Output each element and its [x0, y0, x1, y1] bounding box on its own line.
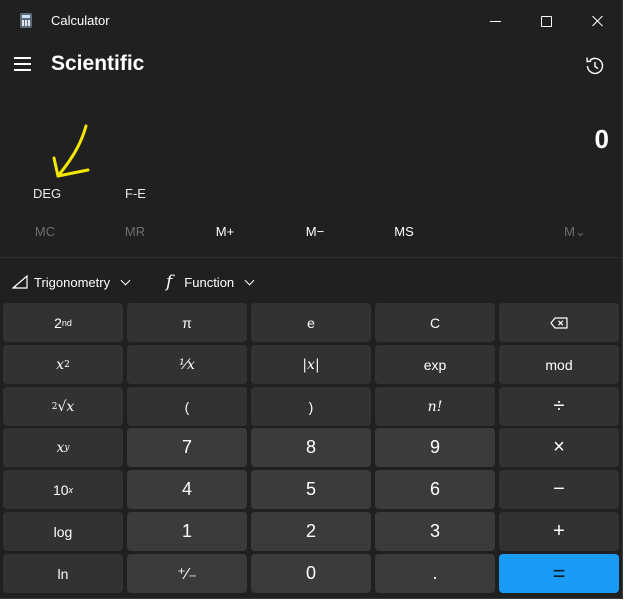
- navigation-menu-button[interactable]: [14, 57, 32, 71]
- chevron-down-icon: [120, 275, 131, 285]
- digit-7-key[interactable]: 7: [127, 428, 247, 467]
- subtract-key[interactable]: −: [499, 470, 619, 509]
- digit-9-key[interactable]: 9: [375, 428, 495, 467]
- memory-list-button[interactable]: M⌄: [540, 224, 610, 240]
- ten-power-key[interactable]: 10 x: [3, 470, 123, 509]
- triangle-icon: [12, 275, 28, 289]
- digit-4-key[interactable]: 4: [127, 470, 247, 509]
- digit-0-key[interactable]: 0: [251, 554, 371, 593]
- history-icon: [586, 57, 604, 75]
- decimal-key[interactable]: .: [375, 554, 495, 593]
- digit-1-key[interactable]: 1: [127, 512, 247, 551]
- digit-6-key[interactable]: 6: [375, 470, 495, 509]
- second-function-key[interactable]: 2nd: [3, 303, 123, 342]
- divide-key[interactable]: ÷: [499, 387, 619, 426]
- divider: [0, 257, 622, 258]
- multiply-key[interactable]: ×: [499, 428, 619, 467]
- function-dropdown[interactable]: f Function: [166, 271, 255, 293]
- memory-clear-button[interactable]: MC: [10, 224, 80, 239]
- memory-add-button[interactable]: M+: [190, 224, 260, 239]
- function-label: Function: [184, 274, 235, 290]
- backspace-key[interactable]: [499, 303, 619, 342]
- negate-key[interactable]: ⁺⁄₋: [127, 554, 247, 593]
- clear-key[interactable]: C: [375, 303, 495, 342]
- digit-2-key[interactable]: 2: [251, 512, 371, 551]
- trigonometry-label: Trigonometry: [34, 274, 111, 290]
- close-icon: [592, 15, 604, 27]
- left-paren-key[interactable]: (: [127, 387, 247, 426]
- history-button[interactable]: [582, 53, 608, 79]
- chevron-down-icon: [244, 275, 255, 285]
- digit-3-key[interactable]: 3: [375, 512, 495, 551]
- right-paren-key[interactable]: ): [251, 387, 371, 426]
- mode-title: Scientific: [51, 52, 145, 75]
- title-bar[interactable]: Calculator: [0, 0, 622, 40]
- equals-key[interactable]: =: [499, 554, 619, 593]
- digit-8-key[interactable]: 8: [251, 428, 371, 467]
- exp-key[interactable]: exp: [375, 345, 495, 384]
- annotation-arrow-icon: [52, 124, 90, 178]
- display-result: 0: [594, 124, 609, 154]
- factorial-key[interactable]: n!: [375, 387, 495, 426]
- minimize-button[interactable]: [475, 6, 515, 36]
- calculator-app-icon: [20, 13, 32, 28]
- ln-key[interactable]: ln: [3, 554, 123, 593]
- digit-5-key[interactable]: 5: [251, 470, 371, 509]
- euler-key[interactable]: e: [251, 303, 371, 342]
- square-key[interactable]: x2: [3, 345, 123, 384]
- log-key[interactable]: log: [3, 512, 123, 551]
- close-button[interactable]: [578, 6, 618, 36]
- backspace-icon: [550, 316, 568, 329]
- absolute-value-key[interactable]: |x|: [251, 345, 371, 384]
- hamburger-icon: [14, 57, 31, 59]
- trigonometry-dropdown[interactable]: Trigonometry: [12, 271, 131, 293]
- power-key[interactable]: xy: [3, 428, 123, 467]
- window-title: Calculator: [51, 13, 110, 28]
- mod-key[interactable]: mod: [499, 345, 619, 384]
- memory-subtract-button[interactable]: M−: [280, 224, 350, 239]
- memory-recall-button[interactable]: MR: [100, 224, 170, 239]
- maximize-button[interactable]: [526, 6, 566, 36]
- angle-mode-toggle[interactable]: DEG: [33, 186, 61, 201]
- square-root-key[interactable]: 2 √x: [3, 387, 123, 426]
- maximize-icon: [540, 15, 552, 27]
- minimize-icon: [489, 20, 501, 22]
- function-f-icon: f: [166, 272, 173, 292]
- add-key[interactable]: +: [499, 512, 619, 551]
- memory-store-button[interactable]: MS: [369, 224, 439, 239]
- pi-key[interactable]: π: [127, 303, 247, 342]
- fe-notation-toggle[interactable]: F-E: [125, 186, 146, 201]
- calculator-window: Calculator Scientific 0 DEG F-E MC MR M+…: [0, 0, 623, 599]
- reciprocal-key[interactable]: ¹⁄x: [127, 345, 247, 384]
